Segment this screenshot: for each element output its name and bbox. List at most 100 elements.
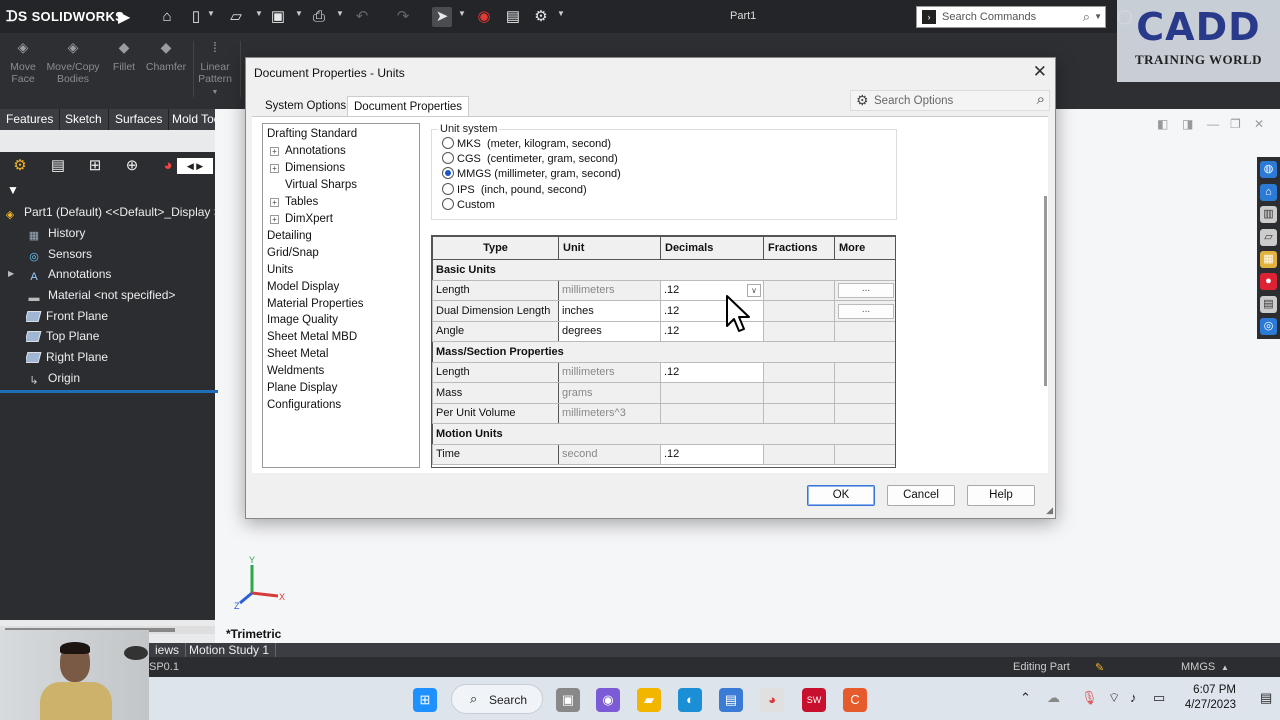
solidworks-logo[interactable]: ᗪS SOLIDWORKS: [6, 8, 124, 25]
tree-item-sensors[interactable]: ◎ Sensors: [26, 244, 241, 264]
print-dropdown-icon[interactable]: ▼: [336, 9, 344, 18]
store-icon[interactable]: ▤: [719, 688, 743, 712]
radio-button[interactable]: [442, 137, 454, 149]
resources-globe-icon[interactable]: ◍: [1260, 161, 1277, 178]
move-face-button[interactable]: ◈ Move Face: [8, 39, 38, 85]
linear-pattern-dropdown-icon[interactable]: ▼: [197, 87, 233, 99]
design-library-icon[interactable]: ▥: [1260, 206, 1277, 223]
tab-sketch[interactable]: Sketch: [59, 109, 109, 130]
teams-chat-icon[interactable]: ◉: [596, 688, 620, 712]
unit-cell[interactable]: grams: [558, 382, 661, 404]
battery-icon[interactable]: ▭: [1153, 690, 1165, 706]
search-commands-input[interactable]: › Search Commands ⌕ ▼: [916, 6, 1106, 28]
task-view-icon[interactable]: ▣: [556, 688, 580, 712]
units-dropdown-icon[interactable]: ▲: [1221, 663, 1229, 672]
new-document-icon[interactable]: ▯: [186, 7, 206, 27]
nav-item[interactable]: Drafting Standard: [267, 126, 357, 143]
tree-item-right-plane[interactable]: Right Plane: [26, 347, 241, 367]
unit-system-option[interactable]: Custom: [442, 197, 495, 213]
windows-start-icon[interactable]: ⊞: [413, 688, 437, 712]
print-icon[interactable]: ⎙: [309, 7, 329, 27]
panel-scroll-arrows[interactable]: ◀ ▶: [177, 158, 213, 174]
tray-overflow-icon[interactable]: ⌃: [1020, 690, 1031, 706]
tree-item-material[interactable]: ▬ Material <not specified>: [26, 285, 241, 305]
unit-system-option[interactable]: MKS (meter, kilogram, second): [442, 137, 611, 152]
save-icon[interactable]: ▣: [268, 7, 288, 27]
property-manager-icon[interactable]: ▤: [48, 156, 68, 176]
search-options-input[interactable]: ⚙ Search Options ⌕: [850, 90, 1050, 111]
microphone-icon[interactable]: 🎙: [1081, 690, 1098, 706]
nav-item[interactable]: Model Display: [267, 279, 339, 296]
nav-item[interactable]: Annotations: [285, 143, 346, 160]
unit-cell[interactable]: millimeters: [558, 361, 661, 383]
decimals-cell[interactable]: .12: [660, 361, 764, 383]
chrome-icon[interactable]: ◕: [760, 688, 784, 712]
tree-item-annotations[interactable]: A Annotations: [26, 264, 241, 284]
annotations-expand-icon[interactable]: ▶: [8, 269, 14, 278]
radio-button[interactable]: [442, 152, 454, 165]
tab-system-options[interactable]: System Options: [259, 96, 352, 116]
forum-icon[interactable]: ◎: [1260, 318, 1277, 335]
dialog-close-icon[interactable]: ✕: [1033, 62, 1047, 82]
wifi-icon[interactable]: ⌔: [1108, 690, 1120, 706]
resize-grip-icon[interactable]: ◢: [1046, 505, 1053, 516]
nav-item[interactable]: Units: [267, 262, 293, 279]
select-arrow-icon[interactable]: ➤: [432, 7, 452, 27]
nav-item[interactable]: Plane Display: [267, 380, 337, 397]
tree-item-top-plane[interactable]: Top Plane: [26, 326, 241, 346]
unit-system-option[interactable]: IPS (inch, pound, second): [442, 182, 587, 198]
unit-cell[interactable]: inches: [558, 300, 661, 322]
fillet-button[interactable]: ◆ Fillet: [110, 39, 138, 73]
select-dropdown-icon[interactable]: ▼: [458, 9, 466, 18]
cancel-button[interactable]: Cancel: [887, 485, 955, 506]
configuration-manager-icon[interactable]: ⊞: [85, 156, 105, 176]
solidworks-taskbar-icon[interactable]: SW: [802, 688, 826, 712]
help-button[interactable]: Help: [967, 485, 1035, 506]
search-icon[interactable]: ⌕: [1037, 91, 1045, 108]
decimals-cell[interactable]: .12: [660, 443, 764, 465]
feature-manager-icon[interactable]: ⚙: [10, 156, 30, 176]
display-manager-icon[interactable]: ◕: [158, 156, 178, 176]
redo-icon[interactable]: ↷: [393, 7, 413, 27]
onedrive-icon[interactable]: ☁: [1047, 690, 1060, 706]
tile-right-icon[interactable]: ◨: [1182, 117, 1193, 131]
rebuild-status-icon[interactable]: ✎: [1095, 661, 1104, 674]
dimxpert-manager-icon[interactable]: ⊕: [122, 156, 142, 176]
nav-item[interactable]: Configurations: [267, 397, 341, 414]
menu-expand-arrow-icon[interactable]: ▶: [118, 7, 130, 27]
options-dropdown-icon[interactable]: ▼: [557, 9, 565, 18]
tab-features[interactable]: Features: [0, 109, 61, 130]
appearances-icon[interactable]: ●: [1260, 273, 1277, 290]
nav-item[interactable]: Sheet Metal: [267, 346, 328, 363]
nav-item[interactable]: Tables: [285, 194, 318, 211]
tab-surfaces[interactable]: Surfaces: [109, 109, 170, 130]
radio-button[interactable]: [442, 197, 454, 210]
nav-item[interactable]: DimXpert: [285, 211, 333, 228]
radio-button[interactable]: [442, 167, 454, 180]
move-copy-bodies-button[interactable]: ◈ Move/Copy Bodies: [44, 39, 102, 85]
unit-cell[interactable]: second: [558, 443, 661, 465]
volume-icon[interactable]: ♪: [1130, 690, 1137, 705]
more-options-button[interactable]: ...: [838, 303, 894, 319]
home-task-icon[interactable]: ⌂: [1260, 184, 1277, 201]
tree-item-history[interactable]: ▦ History: [26, 223, 241, 243]
rollback-bar[interactable]: [0, 390, 218, 393]
file-explorer-taskbar-icon[interactable]: ▰: [637, 688, 661, 712]
filter-icon[interactable]: ▼: [7, 183, 19, 197]
unit-cell[interactable]: degrees: [558, 320, 661, 342]
dialog-scrollbar[interactable]: [1041, 116, 1051, 473]
nav-item[interactable]: Material Properties: [267, 296, 364, 313]
nav-item[interactable]: Weldments: [267, 363, 324, 380]
nav-item[interactable]: Sheet Metal MBD: [267, 329, 357, 346]
nav-item[interactable]: Image Quality: [267, 312, 338, 329]
tree-item-front-plane[interactable]: Front Plane: [26, 306, 241, 326]
tab-motion-study[interactable]: Motion Study 1: [183, 643, 277, 657]
status-units[interactable]: MMGS: [1181, 661, 1215, 673]
new-dropdown-icon[interactable]: ▼: [207, 9, 215, 18]
taskbar-clock[interactable]: 6:07 PM 4/27/2023: [1180, 683, 1236, 713]
camtasia-icon[interactable]: C: [843, 688, 867, 712]
open-dropdown-icon[interactable]: ▼: [255, 9, 263, 18]
expand-plus-icon[interactable]: +: [270, 146, 279, 156]
linear-pattern-button[interactable]: ⁞ Linear Pattern ▼: [197, 39, 233, 99]
file-explorer-icon[interactable]: ▱: [1260, 229, 1277, 246]
